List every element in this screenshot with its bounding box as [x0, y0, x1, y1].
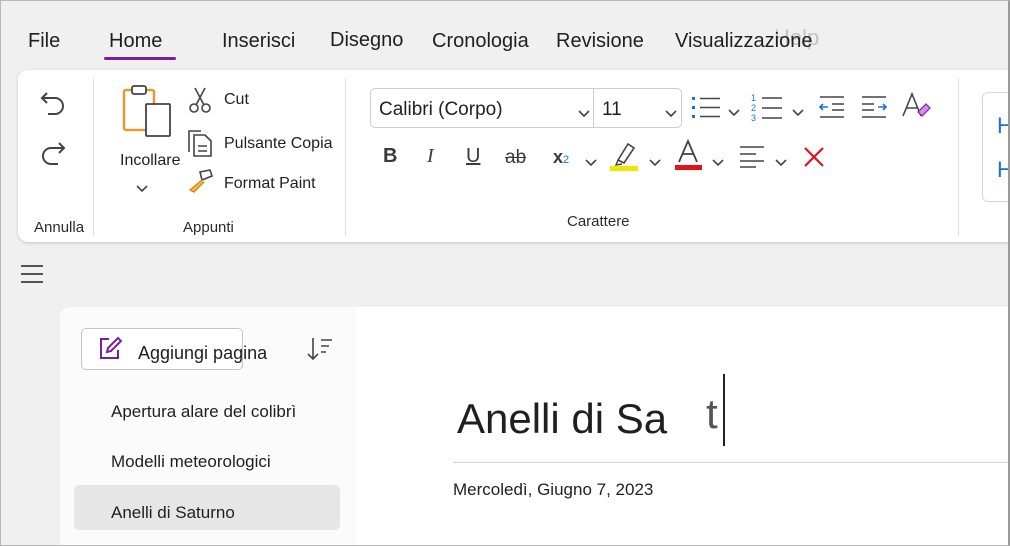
- sort-icon[interactable]: [305, 336, 333, 362]
- font-color-icon[interactable]: [674, 138, 704, 172]
- chevron-down-icon[interactable]: [665, 105, 677, 123]
- copy-button[interactable]: Pulsante Copia: [224, 135, 333, 153]
- active-tab-indicator: [104, 57, 176, 60]
- clear-formatting-icon[interactable]: [900, 90, 932, 122]
- paste-button[interactable]: Incollare: [120, 152, 180, 170]
- font-color-dropdown-chevron-icon[interactable]: [712, 154, 724, 172]
- svg-text:3: 3: [751, 113, 756, 123]
- svg-text:2: 2: [751, 103, 756, 113]
- tab-draw[interactable]: Disegno: [330, 29, 403, 52]
- subscript-dropdown-chevron-icon[interactable]: [585, 154, 597, 172]
- text-caret: [723, 374, 725, 446]
- align-icon[interactable]: [738, 144, 766, 168]
- svg-text:1: 1: [751, 93, 756, 103]
- bullets-icon[interactable]: [690, 94, 722, 122]
- font-group-label: Carattere: [567, 213, 630, 230]
- tab-file[interactable]: File: [28, 30, 60, 53]
- bullets-dropdown-chevron-icon[interactable]: [728, 104, 740, 122]
- subscript-button[interactable]: x2: [553, 147, 569, 168]
- note-title[interactable]: Anelli di Sa: [457, 395, 667, 443]
- strikethrough-button[interactable]: ab: [505, 147, 526, 169]
- add-page-label[interactable]: Aggiungi pagina: [138, 343, 267, 364]
- underline-button[interactable]: U: [466, 145, 480, 168]
- ribbon: Annulla Incollare Cut Pulsante Copia For…: [18, 70, 1010, 242]
- chevron-down-icon[interactable]: [578, 105, 590, 123]
- tab-view[interactable]: Visualizzazione: [675, 30, 813, 53]
- undo-group-label: Annulla: [34, 219, 85, 236]
- cut-button[interactable]: Cut: [224, 91, 249, 109]
- font-size-select[interactable]: 11: [602, 99, 622, 121]
- numbering-dropdown-chevron-icon[interactable]: [792, 104, 804, 122]
- redo-icon[interactable]: [38, 138, 68, 168]
- subscript-glyph: x: [553, 147, 564, 167]
- highlighter-icon[interactable]: [610, 140, 640, 172]
- font-box-divider: [593, 89, 594, 127]
- tab-history[interactable]: Cronologia: [432, 30, 529, 53]
- align-dropdown-chevron-icon[interactable]: [775, 154, 787, 172]
- numbering-icon[interactable]: 123: [750, 92, 784, 124]
- subscript-small-glyph: 2: [563, 154, 570, 166]
- format-painter-icon[interactable]: [186, 168, 214, 194]
- decrease-indent-icon[interactable]: [818, 94, 846, 120]
- style-heading-1[interactable]: H: [997, 113, 1010, 139]
- page-item[interactable]: Modelli meteorologici: [111, 452, 271, 472]
- ribbon-separator: [93, 78, 94, 236]
- note-title-tail[interactable]: t: [706, 390, 718, 438]
- page-item[interactable]: Apertura alare del colibrì: [111, 402, 296, 422]
- tab-home[interactable]: Home: [109, 30, 162, 53]
- new-page-icon[interactable]: [97, 336, 123, 362]
- page-item-selected-label[interactable]: Anelli di Saturno: [111, 503, 235, 523]
- font-name-select[interactable]: Calibri (Corpo): [379, 99, 503, 121]
- styles-gallery[interactable]: H H: [982, 92, 1010, 202]
- undo-icon[interactable]: [38, 88, 68, 118]
- ribbon-separator: [958, 78, 959, 236]
- hamburger-menu-icon[interactable]: [21, 265, 43, 289]
- bold-button[interactable]: B: [383, 145, 397, 168]
- paste-dropdown-chevron-icon[interactable]: [136, 180, 148, 198]
- style-heading-2[interactable]: H: [997, 157, 1010, 183]
- ribbon-separator: [345, 78, 346, 236]
- increase-indent-icon[interactable]: [860, 94, 888, 120]
- font-picker[interactable]: Calibri (Corpo) 11: [370, 88, 682, 128]
- hamburger-line: [21, 281, 43, 283]
- tab-insert[interactable]: Inserisci: [222, 30, 295, 53]
- hamburger-line: [21, 265, 43, 267]
- scissors-icon[interactable]: [188, 86, 212, 114]
- highlighter-dropdown-chevron-icon[interactable]: [649, 154, 661, 172]
- italic-button[interactable]: I: [427, 145, 434, 168]
- note-canvas[interactable]: [356, 307, 1010, 546]
- paste-icon[interactable]: [120, 84, 174, 142]
- hamburger-line: [21, 273, 43, 275]
- format-painter-button[interactable]: Format Paint: [224, 175, 316, 193]
- title-underline: [453, 462, 1010, 463]
- clipboard-group-label: Appunti: [183, 219, 234, 236]
- tab-review[interactable]: Revisione: [556, 30, 644, 53]
- clear-icon[interactable]: [802, 145, 826, 169]
- copy-icon[interactable]: [186, 128, 214, 158]
- note-date: Mercoledì, Giugno 7, 2023: [453, 480, 654, 499]
